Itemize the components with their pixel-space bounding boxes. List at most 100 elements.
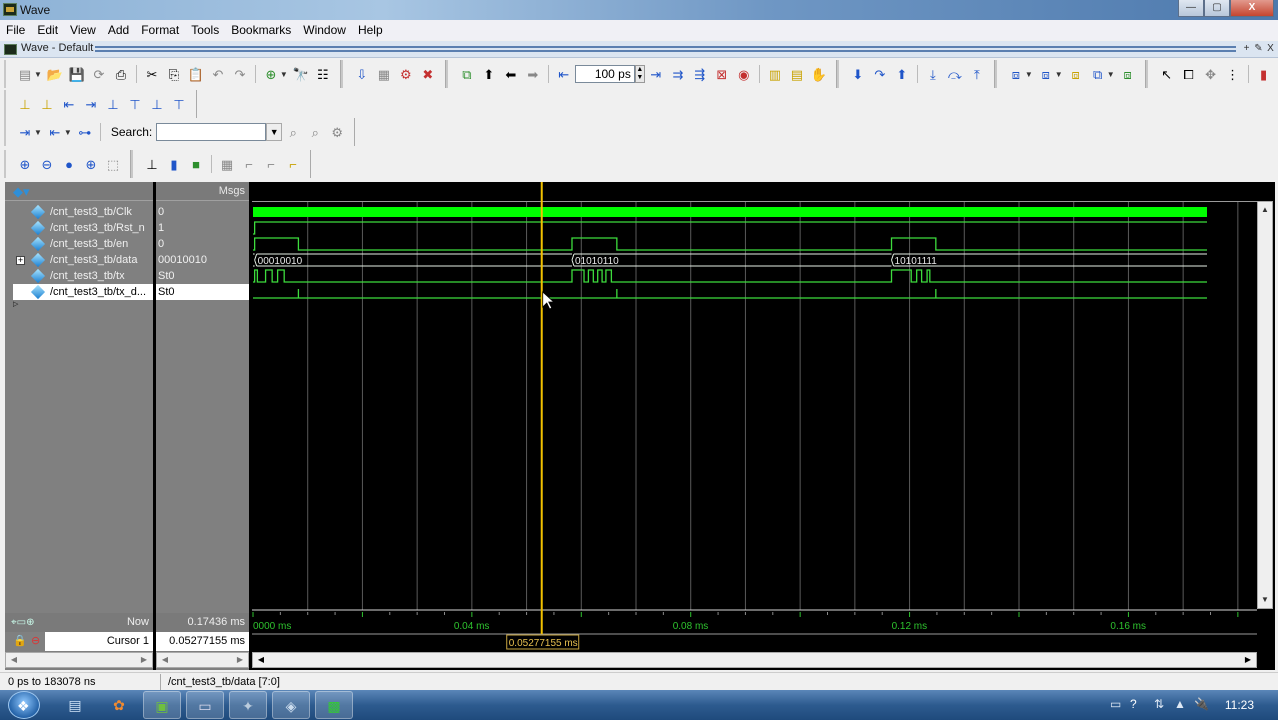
pane-dock-button[interactable]: + [1241,43,1252,55]
previous-transition-icon[interactable]: ⇤ [59,94,79,114]
signal-name-row[interactable]: /cnt_test3_tb/Rst_n [5,220,153,236]
pane-drag-grip[interactable] [95,46,1236,52]
find-binoculars-icon[interactable]: 🔭 [291,64,311,84]
compile-all-icon[interactable]: ▦ [374,64,394,84]
layout-1-icon[interactable]: ⧈ [1006,64,1026,84]
menu-view[interactable]: View [64,20,102,40]
delete-cursor-icon[interactable]: ⊥ [37,94,57,114]
edit-mode-icon[interactable]: ⋮ [1223,64,1243,84]
search-options-icon[interactable]: ⚙ [327,122,347,142]
step-out-all-icon[interactable]: ⤒ [967,64,987,84]
wave-options-icon[interactable]: ◆▾ [13,184,30,200]
scroll-up-icon[interactable]: ▲ [1259,204,1271,216]
print-icon[interactable]: ⎙ [111,64,131,84]
taskbar-media-icon[interactable]: ◈ [272,691,310,719]
hand-icon[interactable]: ✋ [809,64,829,84]
scroll-left-icon[interactable]: ◀ [8,654,20,666]
reload-icon[interactable]: ⟳ [89,64,109,84]
falling-edge-next-icon[interactable]: ⊤ [125,94,145,114]
scroll-right-icon[interactable]: ▶ [234,654,246,666]
signal-name-row[interactable]: /cnt_test3_tb/Clk [5,204,153,220]
redo-icon[interactable]: ↷ [230,64,250,84]
menu-window[interactable]: Window [297,20,352,40]
menu-add[interactable]: Add [102,20,135,40]
search-backward-icon[interactable]: ⌕ [283,122,303,142]
new-dropdown-icon[interactable]: ▼ [34,70,42,79]
wave-style-3-icon[interactable]: ⌐ [261,154,281,174]
expand-bus-icon[interactable]: + [16,256,25,265]
up-arrow-icon[interactable]: ⬆ [479,64,499,84]
back-arrow-icon[interactable]: ⬅ [501,64,521,84]
memory-icon[interactable]: ▤ [787,64,807,84]
forward-arrow-icon[interactable]: ➡ [523,64,543,84]
pane-undock-button[interactable]: ✎ [1253,43,1264,55]
run-icon[interactable]: ⇥ [646,64,666,84]
layout-4-dropdown-icon[interactable]: ▼ [1107,70,1115,79]
now-icons[interactable]: ⌖▭⊕ [11,613,34,632]
zoom-mode-icon[interactable]: ⧠ [1179,64,1199,84]
scroll-left-icon[interactable]: ◀ [255,654,267,666]
taskbar-modelsim-icon[interactable]: ▩ [315,691,353,719]
signal-name-row[interactable]: /cnt_test3_tb/tx [5,268,153,284]
step-over-all-icon[interactable]: ⤼ [945,64,965,84]
menu-bookmarks[interactable]: Bookmarks [225,20,297,40]
menu-format[interactable]: Format [135,20,185,40]
cursor-lock-icon[interactable]: 🔒 [13,634,27,647]
continue-icon[interactable]: ⇉ [668,64,688,84]
restart-icon[interactable]: ⇤ [554,64,574,84]
layout-3-icon[interactable]: ⧈ [1066,64,1086,84]
layout-4-icon[interactable]: ⧉ [1088,64,1108,84]
zoom-out-icon[interactable]: ⊖ [37,154,57,174]
add-icon[interactable]: ⊕ [261,64,281,84]
wave-style-4-icon[interactable]: ⌐ [283,154,303,174]
step-into-all-icon[interactable]: ⤓ [923,64,943,84]
taskbar-terminal-icon[interactable]: ▣ [143,691,181,719]
select-mode-icon[interactable]: ↖ [1157,64,1177,84]
layout-2-dropdown-icon[interactable]: ▼ [1055,70,1063,79]
simulate-icon[interactable]: ⚙ [396,64,416,84]
values-hscrollbar[interactable]: ◀ ▶ [156,652,249,668]
zoom-cursor-icon[interactable]: ⊕ [81,154,101,174]
run-length-input[interactable]: 100 ps [574,65,635,83]
next-transition-icon[interactable]: ⇥ [81,94,101,114]
pane-close-button[interactable]: X [1265,43,1276,55]
menu-file[interactable]: File [0,20,31,40]
minimize-button[interactable]: — [1178,0,1204,17]
scroll-left-icon[interactable]: ◀ [159,654,171,666]
insert-cursor-icon[interactable]: ⊥ [15,94,35,114]
step-out-icon[interactable]: ⬆ [892,64,912,84]
falling-edge-prev-icon[interactable]: ⊥ [103,94,123,114]
run-length-spinner[interactable]: ▲ ▼ [634,65,645,83]
wave-style-1-icon[interactable]: ▦ [217,154,237,174]
cut-icon[interactable]: ✂ [142,64,162,84]
collapse-dropdown-icon[interactable]: ▼ [34,128,42,137]
wave-format-event-icon[interactable]: ■ [186,154,206,174]
menu-edit[interactable]: Edit [31,20,64,40]
names-hscrollbar[interactable]: ◀ ▶ [5,652,153,668]
pan-mode-icon[interactable]: ✥ [1201,64,1221,84]
break-icon[interactable]: ✖ [418,64,438,84]
save-icon[interactable]: 💾 [67,64,87,84]
run-all-icon[interactable]: ⇶ [690,64,710,84]
network-icon[interactable]: ⇅ [1154,697,1164,711]
zoom-full-icon[interactable]: ● [59,154,79,174]
group-icon[interactable]: ⊶ [75,122,95,142]
open-folder-icon[interactable]: 📂 [45,64,65,84]
power-icon[interactable]: 🔌 [1194,697,1209,711]
wave-hscrollbar[interactable]: ◀ ▶ [252,652,1257,668]
wave-style-2-icon[interactable]: ⌐ [239,154,259,174]
wave-format-logic-icon[interactable]: ▮ [164,154,184,174]
paste-icon[interactable]: 📋 [186,64,206,84]
cursor-delete-icon[interactable]: ⊖ [31,634,40,647]
waveform-canvas[interactable]: 00010010 01010110 10101111 0000 ms 0.04 ms 0… [252,182,1257,652]
wave-vscrollbar[interactable]: ▲ ▼ [1257,201,1273,609]
compile-icon[interactable]: ⇩ [352,64,372,84]
layout-2-icon[interactable]: ⧈ [1036,64,1056,84]
search-forward-icon[interactable]: ⌕ [305,122,325,142]
keyboard-icon[interactable]: ▭ [1110,697,1121,711]
wave-format-literal-icon[interactable]: ⊥ [142,154,162,174]
zoom-in-icon[interactable]: ⊕ [15,154,35,174]
environment-icon[interactable]: ⧉ [457,64,477,84]
undo-icon[interactable]: ↶ [208,64,228,84]
start-button[interactable]: ❖ [8,691,40,719]
